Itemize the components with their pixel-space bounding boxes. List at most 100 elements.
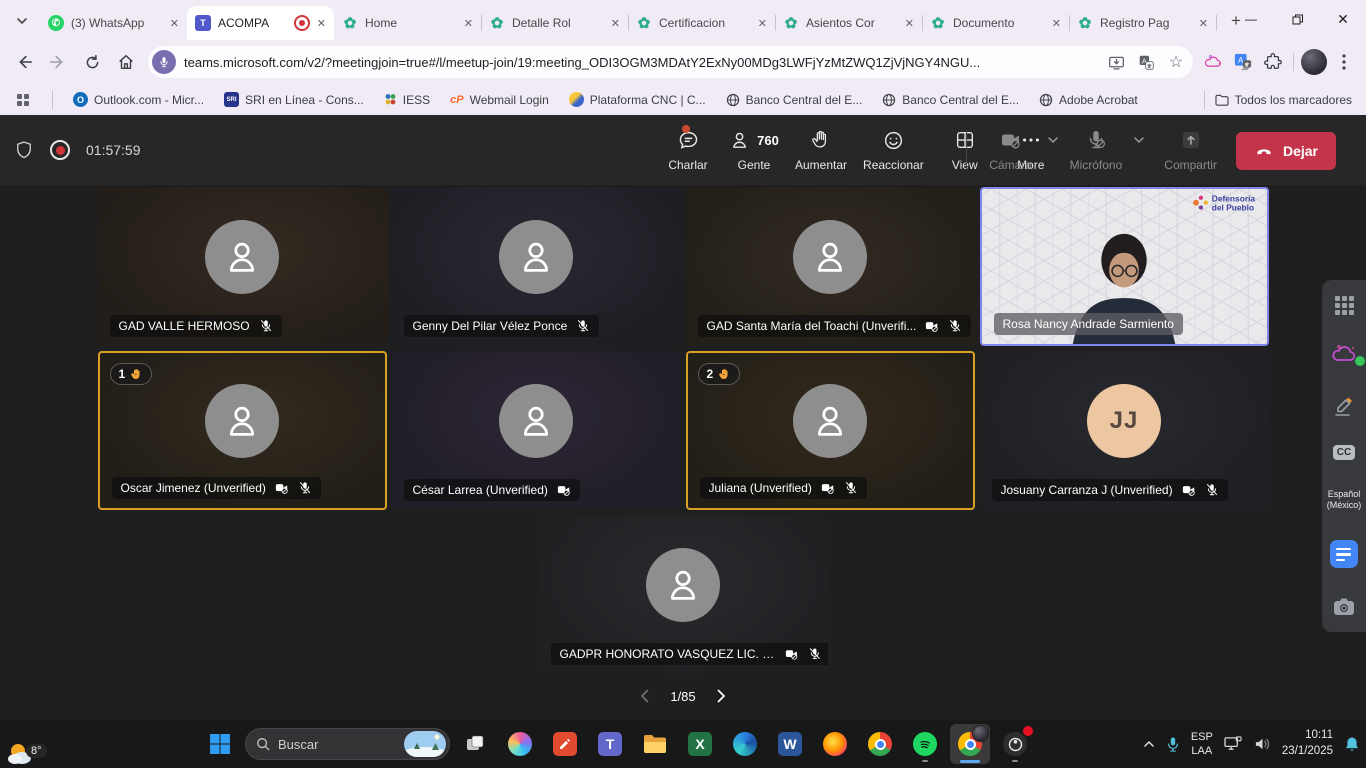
close-tab-icon[interactable]: ✕ <box>905 17 914 30</box>
translate-page-icon[interactable]: A <box>1135 51 1157 73</box>
bookmark-bce-1[interactable]: Banco Central del E... <box>726 93 863 107</box>
teams-app[interactable]: T <box>590 724 630 764</box>
close-tab-icon[interactable]: ✕ <box>464 17 473 30</box>
edge-app[interactable] <box>725 724 765 764</box>
participant-tile-video[interactable]: Defensoría del Pueblo Rosa Nancy Andrade… <box>980 187 1269 346</box>
copilot-app[interactable] <box>500 724 540 764</box>
notification-bell-icon[interactable] <box>1344 736 1360 753</box>
screenshot-camera-icon[interactable] <box>1333 597 1355 616</box>
reload-button[interactable] <box>76 46 108 78</box>
bookmark-star-icon[interactable]: ☆ <box>1165 51 1187 73</box>
spotify-app[interactable] <box>905 724 945 764</box>
tab-documento[interactable]: ✿ Documento ✕ <box>922 6 1069 40</box>
pdf-app[interactable] <box>545 724 585 764</box>
close-tab-icon[interactable]: ✕ <box>1052 17 1061 30</box>
address-bar[interactable]: teams.microsoft.com/v2/?meetingjoin=true… <box>148 46 1193 78</box>
tab-whatsapp[interactable]: ✆ (3) WhatsApp ✕ <box>40 6 187 40</box>
mic-in-use-icon[interactable] <box>1166 736 1180 753</box>
tab-teams-acompa[interactable]: T ACOMPA ✕ <box>187 6 334 40</box>
mic-button[interactable]: Micrófono <box>1065 128 1128 172</box>
file-explorer-app[interactable] <box>635 724 675 764</box>
weather-widget[interactable]: 8° <box>6 740 57 766</box>
obs-app[interactable] <box>995 724 1035 764</box>
volume-icon[interactable] <box>1254 736 1271 752</box>
transcript-button[interactable] <box>1330 540 1358 568</box>
task-view-icon <box>465 734 485 754</box>
keyboard-layout[interactable]: ESPLAA <box>1191 730 1213 759</box>
participant-tile[interactable]: Genny Del Pilar Vélez Ponce <box>392 187 681 346</box>
bookmark-webmail[interactable]: cP Webmail Login <box>450 93 549 107</box>
install-app-icon[interactable] <box>1105 51 1127 73</box>
start-button[interactable] <box>200 724 240 764</box>
bookmark-cnc[interactable]: Plataforma CNC | C... <box>569 92 706 107</box>
tab-home[interactable]: ✿ Home ✕ <box>334 6 481 40</box>
tab-certificacion[interactable]: ✿ Certificacion ✕ <box>628 6 775 40</box>
participant-tile[interactable]: GADPR HONORATO VASQUEZ LIC. VI... <box>539 515 828 674</box>
firefox-app[interactable] <box>815 724 855 764</box>
browser-menu-button[interactable] <box>1330 48 1358 76</box>
bookmark-bce-2[interactable]: Banco Central del E... <box>882 93 1019 107</box>
share-button[interactable]: Compartir <box>1159 128 1222 172</box>
all-bookmarks-button[interactable]: Todos los marcadores <box>1215 93 1352 107</box>
close-tab-icon[interactable]: ✕ <box>170 17 179 30</box>
url-text[interactable]: teams.microsoft.com/v2/?meetingjoin=true… <box>184 55 1097 70</box>
chevron-down-icon <box>16 15 28 27</box>
extensions-puzzle-icon[interactable] <box>1259 48 1287 76</box>
camera-button[interactable]: Cámara <box>981 128 1041 172</box>
bookmark-acrobat[interactable]: Adobe Acrobat <box>1039 93 1138 107</box>
raise-hand-button[interactable]: Aumentar <box>790 128 852 172</box>
clock[interactable]: 10:1123/1/2025 <box>1282 728 1333 759</box>
chrome-app[interactable] <box>860 724 900 764</box>
tab-search-button[interactable] <box>8 7 36 35</box>
participant-tile[interactable]: JJ Josuany Carranza J (Unverified) <box>980 351 1269 510</box>
close-window-button[interactable]: ✕ <box>1320 0 1366 38</box>
taskbar-search[interactable]: Buscar <box>245 728 450 760</box>
participant-tile[interactable]: César Larrea (Unverified) <box>392 351 681 510</box>
tab-registro-pag[interactable]: ✿ Registro Pag ✕ <box>1069 6 1216 40</box>
mic-options-chevron[interactable] <box>1131 128 1147 152</box>
forward-button[interactable] <box>42 46 74 78</box>
translate-extension-icon[interactable]: A <box>1229 48 1257 76</box>
windows-icon <box>209 733 231 755</box>
hidden-icons-chevron[interactable] <box>1143 738 1155 750</box>
chrome-active-app[interactable] <box>950 724 990 764</box>
close-tab-icon[interactable]: ✕ <box>1199 17 1208 30</box>
weather-extension-icon[interactable] <box>1199 48 1227 76</box>
tab-detalle-rol[interactable]: ✿ Detalle Rol ✕ <box>481 6 628 40</box>
home-button[interactable] <box>110 46 142 78</box>
close-tab-icon[interactable]: ✕ <box>611 17 620 30</box>
bookmark-sri[interactable]: SRI SRI en Línea - Cons... <box>224 92 364 107</box>
participant-tile[interactable]: GAD Santa María del Toachi (Unverifi... <box>686 187 975 346</box>
participant-tile[interactable]: 2 Juliana (Unverified) <box>686 351 975 510</box>
excel-app[interactable]: X <box>680 724 720 764</box>
participant-tile[interactable]: 1 Oscar Jimenez (Unverified) <box>98 351 387 510</box>
leave-button[interactable]: Dejar <box>1236 132 1336 170</box>
bookmark-outlook[interactable]: O Outlook.com - Micr... <box>73 92 204 107</box>
mic-off-icon <box>259 319 273 333</box>
site-mic-permission-icon[interactable] <box>152 50 176 74</box>
cloud-recorder-icon[interactable] <box>1331 344 1357 364</box>
task-view-button[interactable] <box>455 724 495 764</box>
word-app[interactable]: W <box>770 724 810 764</box>
react-button[interactable]: Reaccionar <box>858 128 929 172</box>
minimize-button[interactable]: — <box>1228 0 1274 38</box>
camera-options-chevron[interactable] <box>1045 128 1061 152</box>
profile-avatar[interactable] <box>1300 48 1328 76</box>
bookmark-iess[interactable]: IESS <box>384 93 430 107</box>
back-button[interactable] <box>8 46 40 78</box>
chat-button[interactable]: Charlar <box>658 128 718 172</box>
next-page-button[interactable] <box>712 686 732 706</box>
apps-grid-icon[interactable] <box>14 86 32 114</box>
people-button[interactable]: 760 Gente <box>724 128 784 172</box>
restore-button[interactable] <box>1274 0 1320 38</box>
person-icon <box>808 235 852 279</box>
network-icon[interactable] <box>1224 736 1243 752</box>
highlighter-icon[interactable] <box>1333 393 1355 417</box>
previous-page-button[interactable] <box>634 686 654 706</box>
close-tab-icon[interactable]: ✕ <box>317 17 326 30</box>
apps-grid-icon[interactable] <box>1335 296 1354 315</box>
closed-captions-icon[interactable]: CC <box>1333 445 1355 460</box>
close-tab-icon[interactable]: ✕ <box>758 17 767 30</box>
participant-tile[interactable]: GAD VALLE HERMOSO <box>98 187 387 346</box>
tab-asientos[interactable]: ✿ Asientos Cor ✕ <box>775 6 922 40</box>
